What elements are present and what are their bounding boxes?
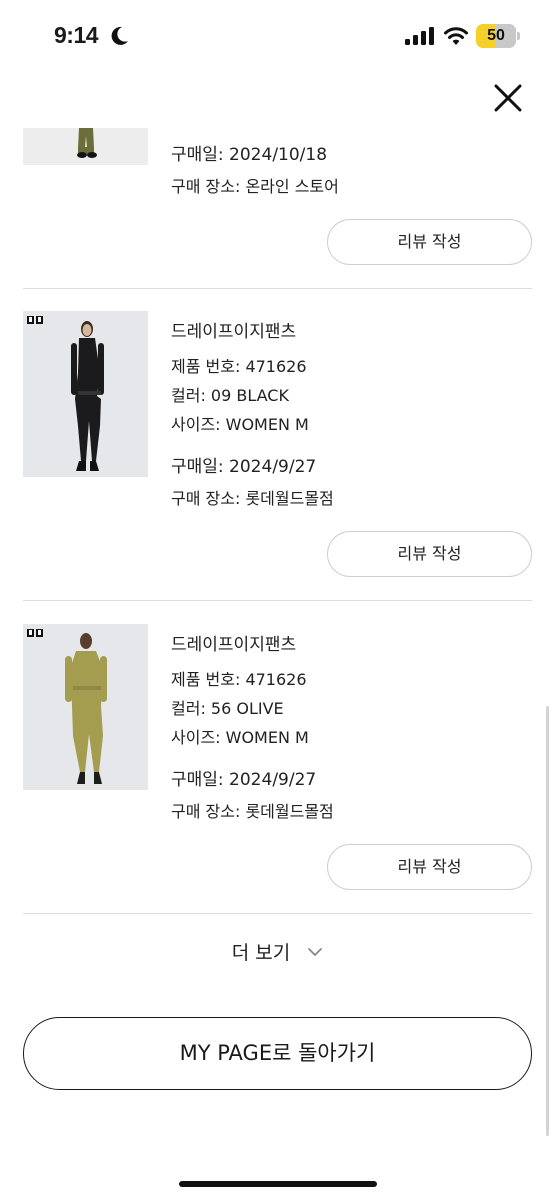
product-image[interactable] (23, 311, 148, 477)
status-time: 9:14 (54, 22, 99, 48)
divider (23, 600, 532, 601)
purchase-store: 구매 장소: 롯데월드몰점 (171, 489, 334, 508)
product-size: 사이즈: WOMEN M (171, 415, 309, 434)
battery-indicator: 50 (476, 24, 520, 48)
purchase-store: 구매 장소: 롯데월드몰점 (171, 802, 334, 821)
order-history-screen: 9:14 50 구매일: 2024/10/18 구매 장소: 온라인 스토어 리… (0, 0, 555, 1200)
home-indicator[interactable] (179, 1181, 377, 1187)
load-more-button[interactable]: 더 보기 (0, 938, 555, 972)
scrollbar[interactable] (546, 706, 549, 1136)
moon-icon (111, 26, 128, 45)
product-number: 제품 번호: 471626 (171, 670, 307, 689)
product-color: 컬러: 56 OLIVE (171, 699, 284, 718)
product-image[interactable] (23, 624, 148, 790)
battery-percent: 50 (487, 27, 505, 44)
product-name: 드레이프이지팬츠 (171, 322, 297, 342)
product-size: 사이즈: WOMEN M (171, 728, 309, 747)
write-review-button[interactable]: 리뷰 작성 (327, 844, 532, 890)
purchase-date: 구매일: 2024/10/18 (171, 145, 328, 165)
battery-tip (517, 32, 520, 40)
back-to-mypage-button[interactable]: MY PAGE로 돌아가기 (23, 1017, 532, 1090)
load-more-label: 더 보기 (231, 942, 291, 964)
divider (23, 913, 532, 914)
write-review-button[interactable]: 리뷰 작성 (327, 531, 532, 577)
chevron-down-icon (308, 947, 323, 956)
write-review-button[interactable]: 리뷰 작성 (327, 219, 532, 265)
purchase-date: 구매일: 2024/9/27 (171, 770, 317, 790)
product-number: 제품 번호: 471626 (171, 357, 307, 376)
close-icon[interactable] (490, 80, 526, 116)
uniqlo-u-badge (27, 629, 43, 637)
wifi-icon (444, 27, 468, 45)
product-image[interactable] (23, 128, 148, 165)
purchase-date: 구매일: 2024/9/27 (171, 457, 317, 477)
product-name: 드레이프이지팬츠 (171, 635, 297, 655)
uniqlo-u-badge (27, 316, 43, 324)
signal-icon (405, 27, 434, 45)
purchase-store: 구매 장소: 온라인 스토어 (171, 177, 339, 196)
product-color: 컬러: 09 BLACK (171, 386, 289, 405)
divider (23, 288, 532, 289)
